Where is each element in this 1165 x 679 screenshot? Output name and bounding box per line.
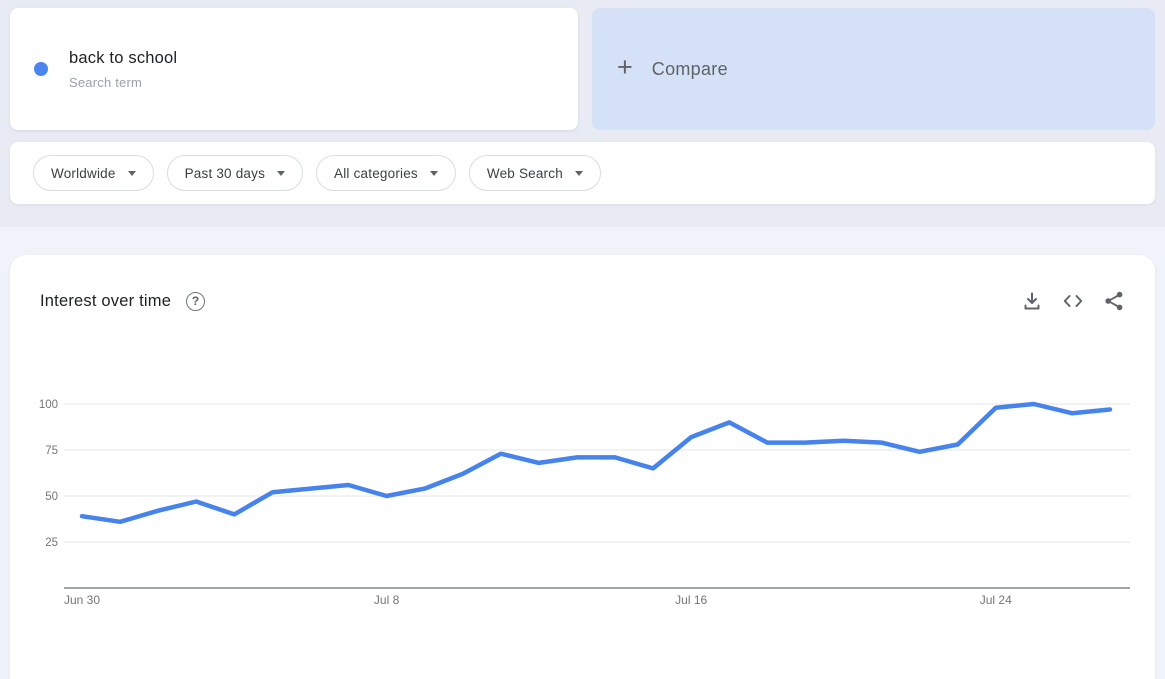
filter-label: Past 30 days <box>184 165 266 181</box>
filter-label: Web Search <box>486 165 563 181</box>
x-tick-label: Jun 30 <box>64 593 100 607</box>
chevron-down-icon <box>574 171 583 176</box>
chevron-down-icon <box>277 171 286 176</box>
chevron-down-icon <box>127 171 136 176</box>
filter-timerange-dropdown[interactable]: Past 30 days <box>166 155 304 191</box>
filter-label: All categories <box>334 165 418 181</box>
chevron-down-icon <box>429 171 438 176</box>
filter-category-dropdown[interactable]: All categories <box>316 155 456 191</box>
x-tick-label: Jul 16 <box>675 593 707 607</box>
series-color-dot <box>34 62 48 76</box>
search-term-subtitle: Search term <box>69 74 143 90</box>
interest-over-time-card: Interest over time ? 25 50 75 100 Jun 30… <box>10 255 1155 679</box>
search-term-card[interactable]: back to school Search term <box>10 8 578 130</box>
compare-label: Compare <box>651 58 728 79</box>
y-tick-label: 25 <box>45 537 58 549</box>
filter-bar: Worldwide Past 30 days All categories We… <box>10 142 1155 204</box>
compare-add-button[interactable]: + Compare <box>592 8 1155 130</box>
interest-chart[interactable]: 25 50 75 100 Jun 30 Jul 8 Jul 16 Jul 24 <box>10 255 1155 679</box>
search-term-title: back to school <box>69 48 178 67</box>
x-tick-label: Jul 24 <box>980 593 1012 607</box>
term-text-block: back to school Search term <box>69 49 177 90</box>
x-tick-label: Jul 8 <box>374 593 400 607</box>
y-tick-label: 75 <box>45 445 58 457</box>
plus-icon: + <box>617 52 633 82</box>
y-tick-label: 100 <box>39 399 58 411</box>
filter-region-dropdown[interactable]: Worldwide <box>33 155 154 191</box>
trend-line <box>79 401 1113 525</box>
filter-label: Worldwide <box>51 165 116 181</box>
filter-searchtype-dropdown[interactable]: Web Search <box>468 155 601 191</box>
y-tick-label: 50 <box>45 491 58 503</box>
